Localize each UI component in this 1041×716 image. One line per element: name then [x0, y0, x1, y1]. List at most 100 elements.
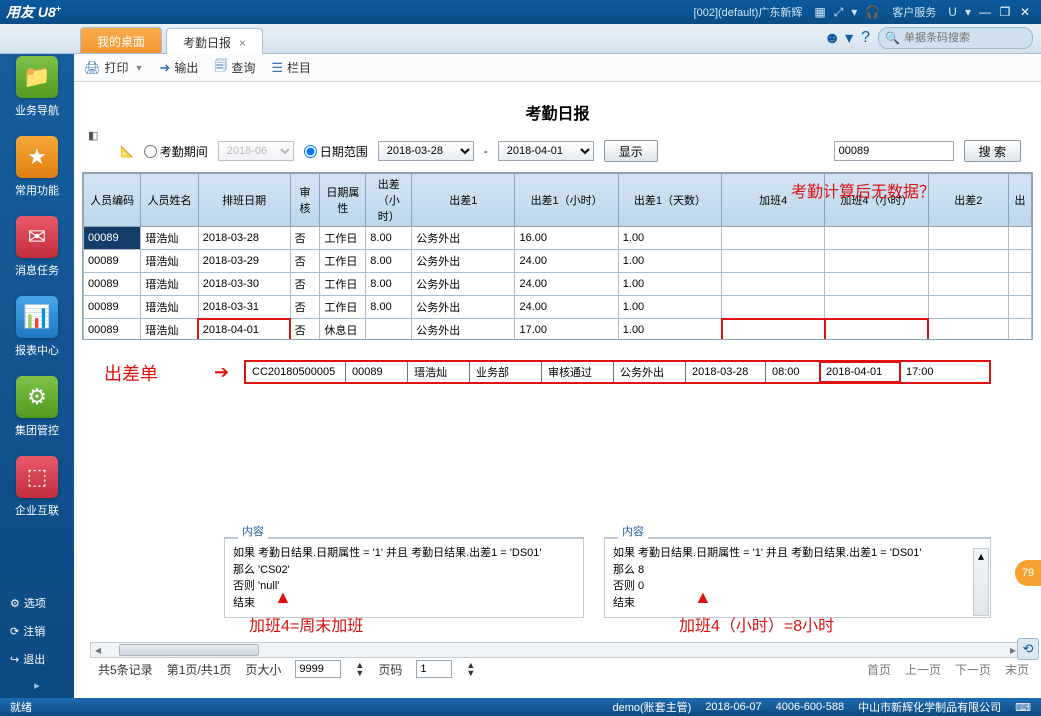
table-cell[interactable]: 8.00 [366, 250, 412, 273]
col-bt2[interactable]: 出差2 [928, 174, 1008, 227]
grid-icon[interactable]: ▦ [814, 5, 825, 19]
table-cell[interactable]: 2018-03-30 [198, 273, 290, 296]
table-cell[interactable] [825, 227, 928, 250]
u-menu[interactable]: U [948, 5, 957, 19]
search-button[interactable]: 搜 索 [964, 140, 1021, 162]
barcode-search-input[interactable] [904, 32, 1041, 44]
teamviewer-icon[interactable]: ⟲ [1017, 638, 1039, 660]
pageno-stepper[interactable]: ▲▼ [466, 661, 475, 677]
table-cell[interactable]: 否 [290, 250, 320, 273]
table-cell[interactable]: 公务外出 [412, 296, 515, 319]
table-cell[interactable]: 1.00 [618, 319, 721, 341]
table-cell[interactable]: 工作日 [320, 250, 366, 273]
table-cell[interactable] [825, 296, 928, 319]
table-cell[interactable]: 公务外出 [412, 273, 515, 296]
nav-options[interactable]: ⚙选项 [0, 589, 74, 617]
dropdown-icon[interactable]: ▾ [851, 5, 857, 19]
nav-exit[interactable]: ↪退出 [0, 645, 74, 673]
scroll-thumb[interactable] [119, 644, 259, 656]
smiley-icon[interactable]: ☻ ▾ [824, 28, 853, 48]
horizontal-scrollbar[interactable]: ◂ ▸ [90, 642, 1021, 658]
table-row[interactable]: 00089瑨浩灿2018-03-31否工作日8.00公务外出24.001.00 [84, 296, 1032, 319]
query-button[interactable]: 🗐查询 [214, 57, 255, 79]
first-page[interactable]: 首页 [867, 661, 891, 678]
col-date[interactable]: 排班日期 [198, 174, 290, 227]
tab-desktop[interactable]: 我的桌面 [80, 27, 162, 53]
status-keyboard-icon[interactable]: ⌨ [1015, 701, 1031, 714]
pagesize-stepper[interactable]: ▲▼ [355, 661, 364, 677]
close-tab-icon[interactable]: × [239, 36, 246, 50]
panel-tab-left[interactable]: 内容 [238, 523, 268, 539]
radio-daterange[interactable]: 日期范围 [304, 143, 368, 160]
table-cell[interactable]: 瑨浩灿 [141, 227, 198, 250]
next-page[interactable]: 下一页 [955, 661, 991, 678]
table-cell[interactable]: 2018-03-28 [198, 227, 290, 250]
table-cell[interactable] [928, 250, 1008, 273]
table-cell[interactable]: 8.00 [366, 296, 412, 319]
panel-tab-right[interactable]: 内容 [618, 523, 648, 539]
maximize-button[interactable]: ❐ [995, 5, 1015, 19]
nav-group[interactable]: ⚙集团管控 [7, 376, 67, 438]
pageno-input[interactable] [416, 660, 452, 678]
table-cell[interactable]: 16.00 [515, 227, 618, 250]
table-cell[interactable]: 工作日 [320, 296, 366, 319]
table-cell[interactable]: 瑨浩灿 [141, 250, 198, 273]
support-icon[interactable]: 🎧 [865, 5, 880, 19]
expand-icon[interactable]: ⤢ [834, 5, 844, 20]
minimize-button[interactable]: — [975, 5, 995, 19]
help-icon[interactable]: ? [861, 29, 870, 47]
col-attr[interactable]: 日期属性 [320, 174, 366, 227]
table-cell[interactable] [722, 296, 825, 319]
table-cell[interactable] [722, 273, 825, 296]
table-cell[interactable]: 公务外出 [412, 250, 515, 273]
col-hours[interactable]: 出差（小时） [366, 174, 412, 227]
close-window-button[interactable]: ✕ [1015, 5, 1035, 19]
table-cell[interactable] [366, 319, 412, 341]
table-cell[interactable]: 2018-04-01 [198, 319, 290, 341]
tab-attendance-report[interactable]: 考勤日报× [166, 28, 263, 54]
table-cell[interactable]: 2018-03-31 [198, 296, 290, 319]
table-cell[interactable]: 00089 [84, 273, 141, 296]
table-cell[interactable] [825, 250, 928, 273]
columns-button[interactable]: ☰栏目 [271, 59, 311, 76]
col-bt1[interactable]: 出差1 [412, 174, 515, 227]
collapse-toggle[interactable]: ◧ [88, 129, 98, 142]
nav-favorites[interactable]: ★常用功能 [7, 136, 67, 198]
period-select[interactable]: 2018-06 [218, 141, 294, 161]
table-cell[interactable]: 24.00 [515, 273, 618, 296]
table-row[interactable]: 00089瑨浩灿2018-03-30否工作日8.00公务外出24.001.00 [84, 273, 1032, 296]
col-bt1d[interactable]: 出差1（天数） [618, 174, 721, 227]
customer-service[interactable]: 客户服务 [892, 4, 936, 20]
table-cell[interactable]: 24.00 [515, 296, 618, 319]
date-from-select[interactable]: 2018-03-28 [378, 141, 474, 161]
table-cell[interactable] [825, 273, 928, 296]
barcode-search[interactable]: 🔍 [878, 27, 1033, 49]
print-button[interactable]: 🖨打印▼ [84, 59, 143, 76]
table-cell[interactable] [722, 319, 825, 341]
ruler-icon[interactable]: 📐 [120, 145, 134, 158]
table-cell[interactable] [1008, 319, 1031, 341]
notification-badge[interactable]: 79 [1015, 560, 1041, 586]
prev-page[interactable]: 上一页 [905, 661, 941, 678]
table-cell[interactable] [928, 319, 1008, 341]
table-cell[interactable]: 1.00 [618, 227, 721, 250]
table-cell[interactable]: 8.00 [366, 227, 412, 250]
table-cell[interactable]: 00089 [84, 296, 141, 319]
table-cell[interactable]: 00089 [84, 319, 141, 341]
nav-enterprise[interactable]: ⬚企业互联 [7, 456, 67, 518]
table-cell[interactable] [928, 227, 1008, 250]
date-to-select[interactable]: 2018-04-01 [498, 141, 594, 161]
col-code[interactable]: 人员编码 [84, 174, 141, 227]
show-button[interactable]: 显示 [604, 140, 658, 162]
col-more[interactable]: 出 [1008, 174, 1031, 227]
table-cell[interactable]: 公务外出 [412, 319, 515, 341]
table-cell[interactable]: 00089 [84, 250, 141, 273]
table-cell[interactable]: 瑨浩灿 [141, 273, 198, 296]
table-cell[interactable]: 否 [290, 319, 320, 341]
table-cell[interactable]: 1.00 [618, 273, 721, 296]
export-button[interactable]: ➜输出 [159, 59, 198, 76]
table-cell[interactable]: 1.00 [618, 250, 721, 273]
nav-logout[interactable]: ⟳注销 [0, 617, 74, 645]
nav-business[interactable]: 📁业务导航 [7, 56, 67, 118]
table-cell[interactable]: 17.00 [515, 319, 618, 341]
